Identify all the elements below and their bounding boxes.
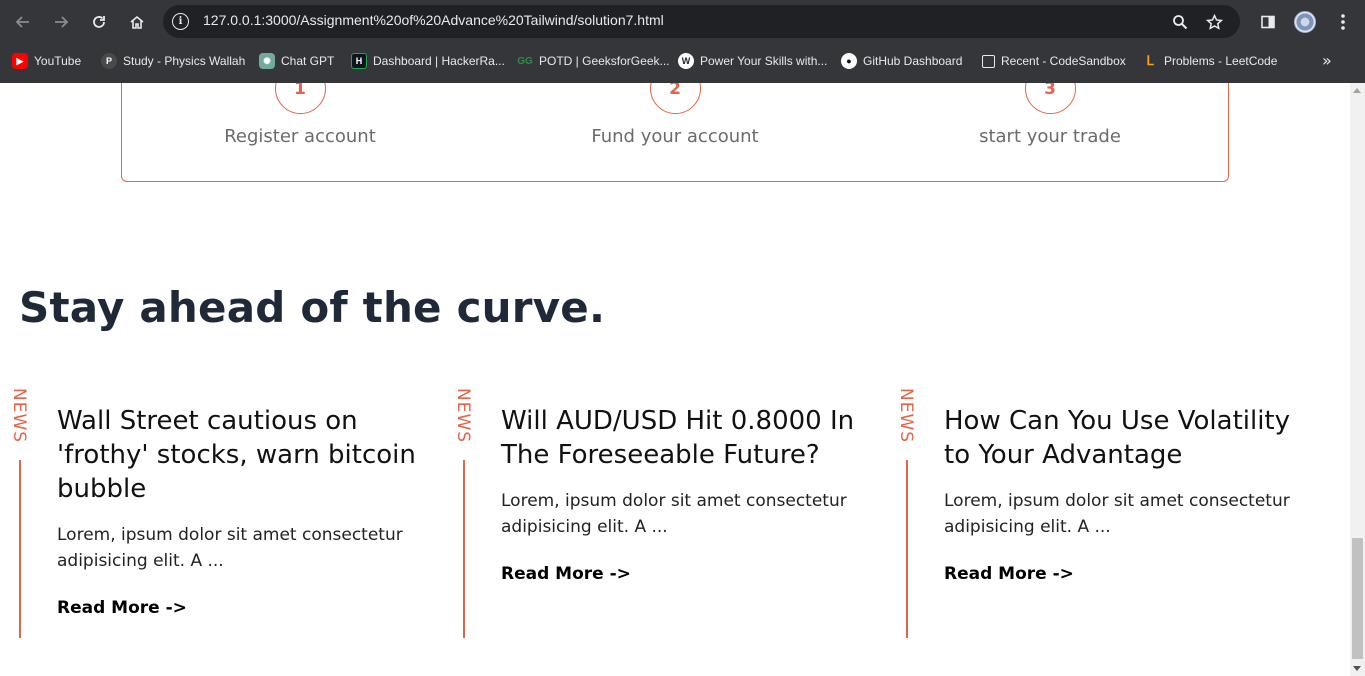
bookmark-power-skills[interactable]: W Power Your Skills with... (678, 46, 827, 76)
codesandbox-icon (982, 54, 995, 68)
bookmark-codesandbox[interactable]: Recent - CodeSandbox (982, 46, 1126, 76)
bookmark-star-icon[interactable] (1203, 11, 1225, 33)
chatgpt-icon: ✺ (259, 53, 275, 69)
news-title[interactable]: Will AUD/USD Hit 0.8000 In The Foreseeab… (501, 404, 861, 472)
news-divider (463, 460, 465, 638)
more-bookmarks-icon[interactable]: » (1322, 51, 1332, 70)
bookmark-youtube[interactable]: ▶ YouTube (12, 46, 81, 76)
step-register: 1 Register account (150, 83, 450, 147)
hackerrank-icon: H (351, 53, 367, 69)
bookmark-label: Dashboard | HackerRa... (373, 54, 505, 68)
step-number: 3 (1024, 83, 1076, 114)
bookmark-label: YouTube (34, 54, 82, 68)
step-number: 1 (274, 83, 326, 114)
read-more-link[interactable]: Read More -> (57, 598, 187, 618)
url-text[interactable]: 127.0.0.1:3000/Assignment%20of%20Advance… (203, 12, 664, 28)
bookmark-hackerrank[interactable]: H Dashboard | HackerRa... (351, 46, 505, 76)
bookmark-leetcode[interactable]: ᒪ Problems - LeetCode (1142, 46, 1277, 76)
news-card: NEWS Will AUD/USD Hit 0.8000 In The Fore… (453, 388, 875, 640)
reload-icon (93, 16, 105, 28)
steps-panel: 1 Register account 2 Fund your account 3… (121, 83, 1229, 182)
news-tag-label: NEWS (9, 388, 29, 444)
news-excerpt: Lorem, ipsum dolor sit amet consectetur … (57, 525, 403, 571)
news-tag: NEWS (453, 388, 473, 444)
news-card: NEWS How Can You Use Volatility to Your … (896, 388, 1318, 640)
back-button[interactable] (9, 8, 37, 36)
bookmark-label: Chat GPT (281, 54, 335, 68)
news-card: NEWS Wall Street cautious on 'frothy' st… (9, 388, 431, 640)
arrow-left-icon (15, 16, 29, 28)
news-divider (19, 460, 21, 638)
forward-button[interactable] (47, 8, 75, 36)
news-tag: NEWS (896, 388, 916, 444)
physics-wallah-icon: P (101, 53, 117, 69)
vertical-scrollbar[interactable] (1350, 83, 1365, 676)
read-more-link[interactable]: Read More -> (944, 564, 1074, 584)
news-title[interactable]: Wall Street cautious on 'frothy' stocks,… (57, 404, 417, 506)
home-button[interactable] (123, 8, 151, 36)
step-label: Register account (224, 126, 376, 147)
bookmark-github[interactable]: ● GitHub Dashboard (841, 46, 962, 76)
step-fund: 2 Fund your account (525, 83, 825, 147)
side-panel-icon[interactable] (1254, 8, 1282, 36)
bookmark-label: Power Your Skills with... (700, 54, 828, 68)
menu-kebab-icon[interactable] (1329, 8, 1357, 36)
leetcode-icon: ᒪ (1146, 53, 1154, 68)
arrow-right-icon (55, 16, 69, 28)
step-number: 2 (649, 83, 701, 114)
news-title[interactable]: How Can You Use Volatility to Your Advan… (944, 404, 1304, 472)
section-heading: Stay ahead of the curve. (19, 283, 606, 332)
step-label: Fund your account (591, 126, 759, 147)
page-viewport: 1 Register account 2 Fund your account 3… (0, 83, 1350, 676)
site-info-icon[interactable]: i (172, 13, 189, 30)
news-tag-label: NEWS (453, 388, 473, 444)
step-trade: 3 start your trade (900, 83, 1200, 147)
scroll-thumb[interactable] (1352, 538, 1363, 659)
scroll-up-arrow-icon[interactable] (1353, 88, 1361, 93)
profile-avatar[interactable] (1294, 11, 1316, 33)
news-tag: NEWS (9, 388, 29, 444)
address-bar[interactable]: i 127.0.0.1:3000/Assignment%20of%20Advan… (163, 5, 1240, 38)
news-tag-label: NEWS (896, 388, 916, 444)
home-icon (130, 15, 144, 29)
bookmarks-bar: ▶ YouTube P Study - Physics Wallah ✺ Cha… (0, 46, 1365, 76)
step-label: start your trade (979, 126, 1121, 147)
geeksforgeeks-icon: GG (517, 55, 533, 67)
reload-button[interactable] (85, 8, 113, 36)
news-excerpt: Lorem, ipsum dolor sit amet consectetur … (944, 491, 1290, 537)
bookmark-label: GitHub Dashboard (863, 54, 963, 68)
bookmark-label: Recent - CodeSandbox (1001, 54, 1126, 68)
browser-chrome: i 127.0.0.1:3000/Assignment%20of%20Advan… (0, 0, 1365, 83)
bookmark-physics-wallah[interactable]: P Study - Physics Wallah (101, 46, 245, 76)
browser-toolbar: i 127.0.0.1:3000/Assignment%20of%20Advan… (0, 0, 1365, 44)
news-excerpt: Lorem, ipsum dolor sit amet consectetur … (501, 491, 847, 537)
youtube-icon: ▶ (12, 53, 28, 69)
bookmark-label: POTD | GeeksforGeek... (539, 54, 670, 68)
zoom-icon[interactable] (1169, 11, 1191, 33)
bookmark-chatgpt[interactable]: ✺ Chat GPT (259, 46, 334, 76)
wordpress-icon: W (678, 53, 694, 69)
scroll-down-arrow-icon[interactable] (1353, 666, 1361, 671)
bookmark-geeksforgeeks[interactable]: GG POTD | GeeksforGeek... (517, 46, 670, 76)
bookmark-label: Study - Physics Wallah (123, 54, 246, 68)
bookmark-label: Problems - LeetCode (1164, 54, 1278, 68)
github-icon: ● (841, 53, 857, 69)
news-divider (906, 460, 908, 638)
read-more-link[interactable]: Read More -> (501, 564, 631, 584)
